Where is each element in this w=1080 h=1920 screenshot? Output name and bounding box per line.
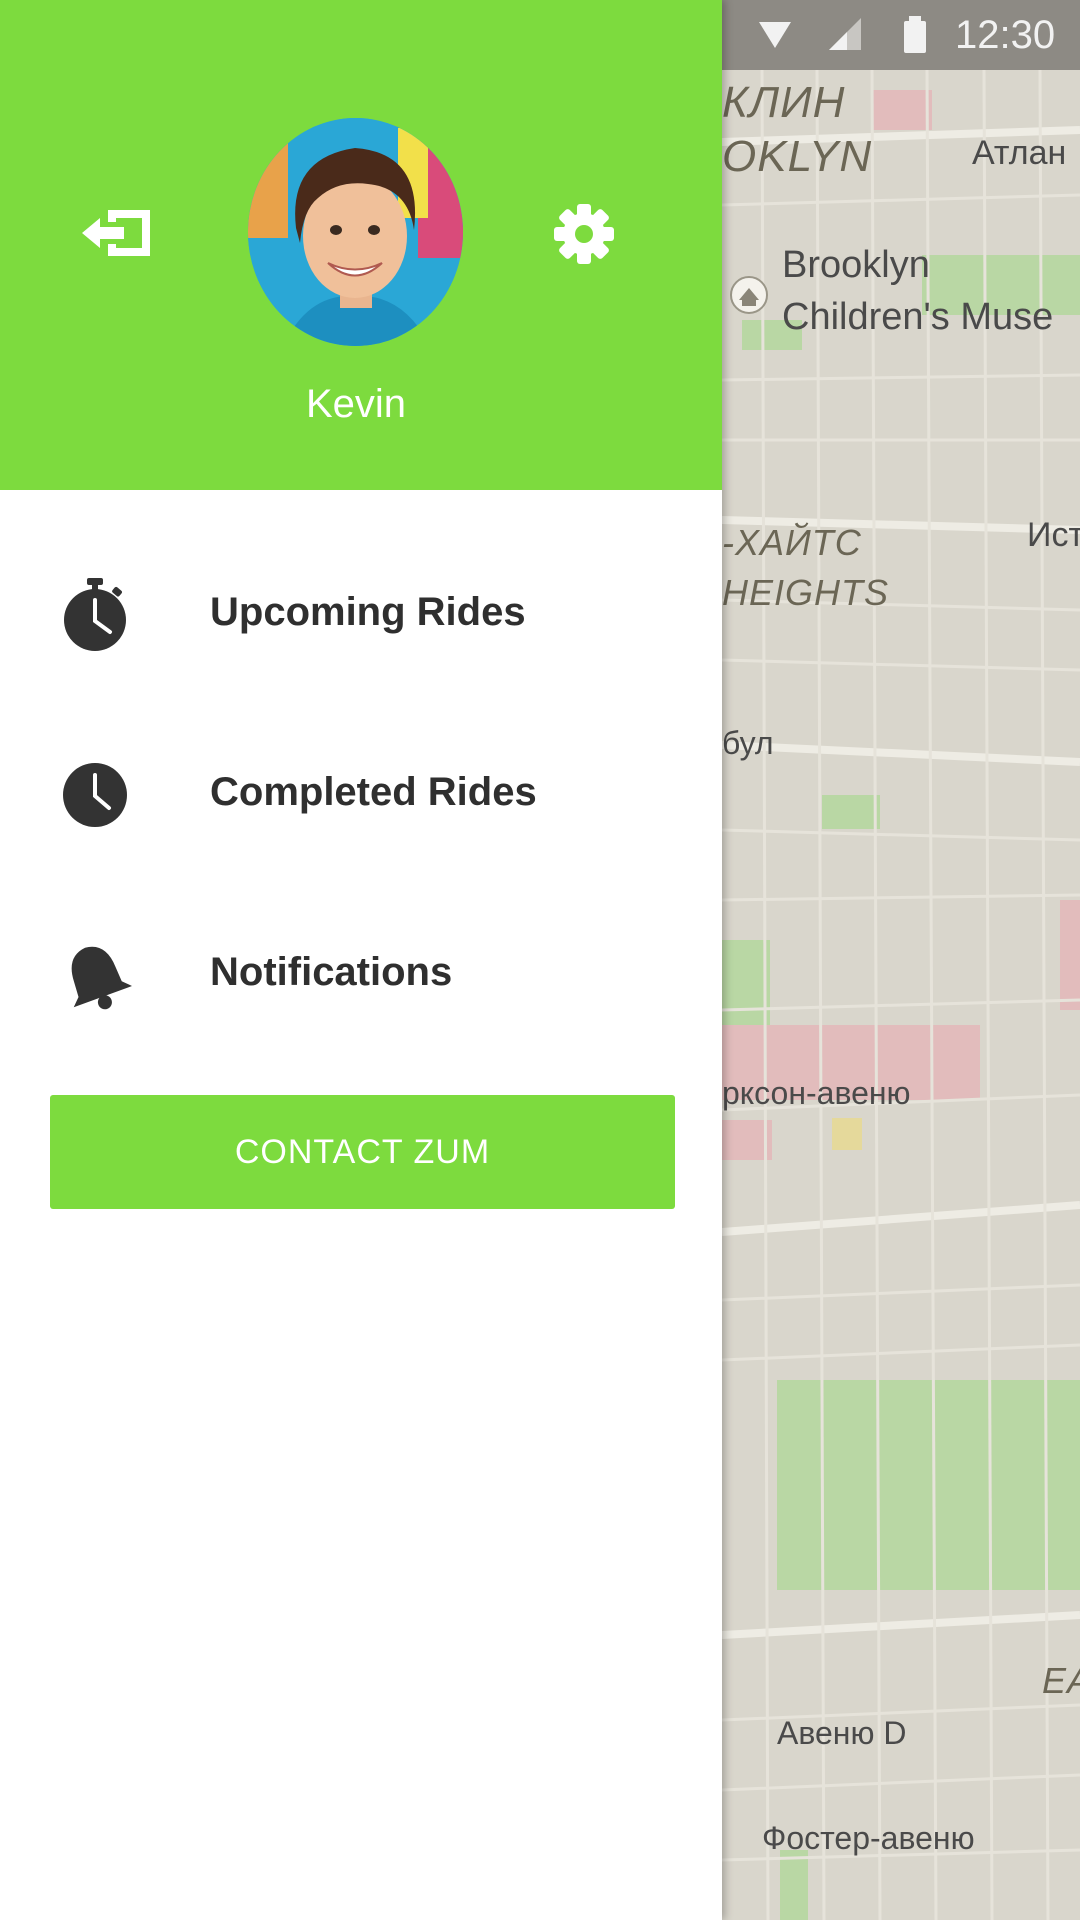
wifi-icon: [759, 22, 791, 48]
signal-icon: [829, 18, 861, 50]
drawer-header: Kevin: [0, 0, 722, 490]
status-time: 12:30: [955, 13, 1056, 57]
map-label-heights-en: HEIGHTS: [722, 572, 890, 613]
clock-icon: [63, 763, 127, 827]
map-label-museum-line1: Brooklyn: [782, 244, 930, 286]
gear-icon: [554, 204, 614, 264]
map-streets: [722, 69, 1080, 1920]
user-name: Kevin: [305, 382, 407, 426]
map-label-avenue-d: Авеню D: [777, 1715, 907, 1751]
menu-item-label: Completed Rides: [210, 770, 537, 814]
menu-item-label: Upcoming Rides: [210, 590, 526, 634]
bell-icon: [71, 946, 132, 1010]
map-label-atlantic: Атлан: [972, 134, 1067, 172]
menu-item-upcoming-rides[interactable]: Upcoming Rides: [0, 538, 722, 688]
contact-zum-button[interactable]: CONTACT ZUM: [50, 1095, 675, 1209]
map-label-street-ul: бул: [722, 725, 774, 761]
map-label-foster: Фостер-авеню: [762, 1820, 975, 1856]
map-label-museum-line2: Children's Muse: [782, 296, 1054, 338]
settings-button[interactable]: [548, 198, 620, 270]
map-label-ea: EA: [1042, 1660, 1080, 1701]
menu-item-completed-rides[interactable]: Completed Rides: [0, 718, 722, 868]
status-bar: 12:30: [722, 0, 1080, 70]
map-view[interactable]: 12:30 КЛИН OKLYN Атлан Brooklyn Children…: [722, 0, 1080, 1920]
map-label-brooklyn-ru: КЛИН: [722, 78, 846, 127]
map-label-parkson: рксон-авеню: [722, 1075, 911, 1111]
user-photo: [248, 118, 463, 346]
map-label-brooklyn-en: OKLYN: [722, 132, 873, 181]
map-label-heights-ru: -ХАЙТС: [722, 522, 862, 563]
battery-icon: [904, 16, 926, 53]
avatar[interactable]: [248, 118, 463, 346]
navigation-drawer: Kevin Upcoming Rides Completed Rides Not…: [0, 0, 722, 1920]
menu-item-label: Notifications: [210, 950, 453, 994]
logout-button[interactable]: [78, 198, 158, 268]
stopwatch-icon: [64, 578, 126, 651]
logout-icon: [82, 210, 150, 256]
map-label-east-road: Ист: [1027, 516, 1080, 554]
menu-item-notifications[interactable]: Notifications: [0, 898, 722, 1048]
